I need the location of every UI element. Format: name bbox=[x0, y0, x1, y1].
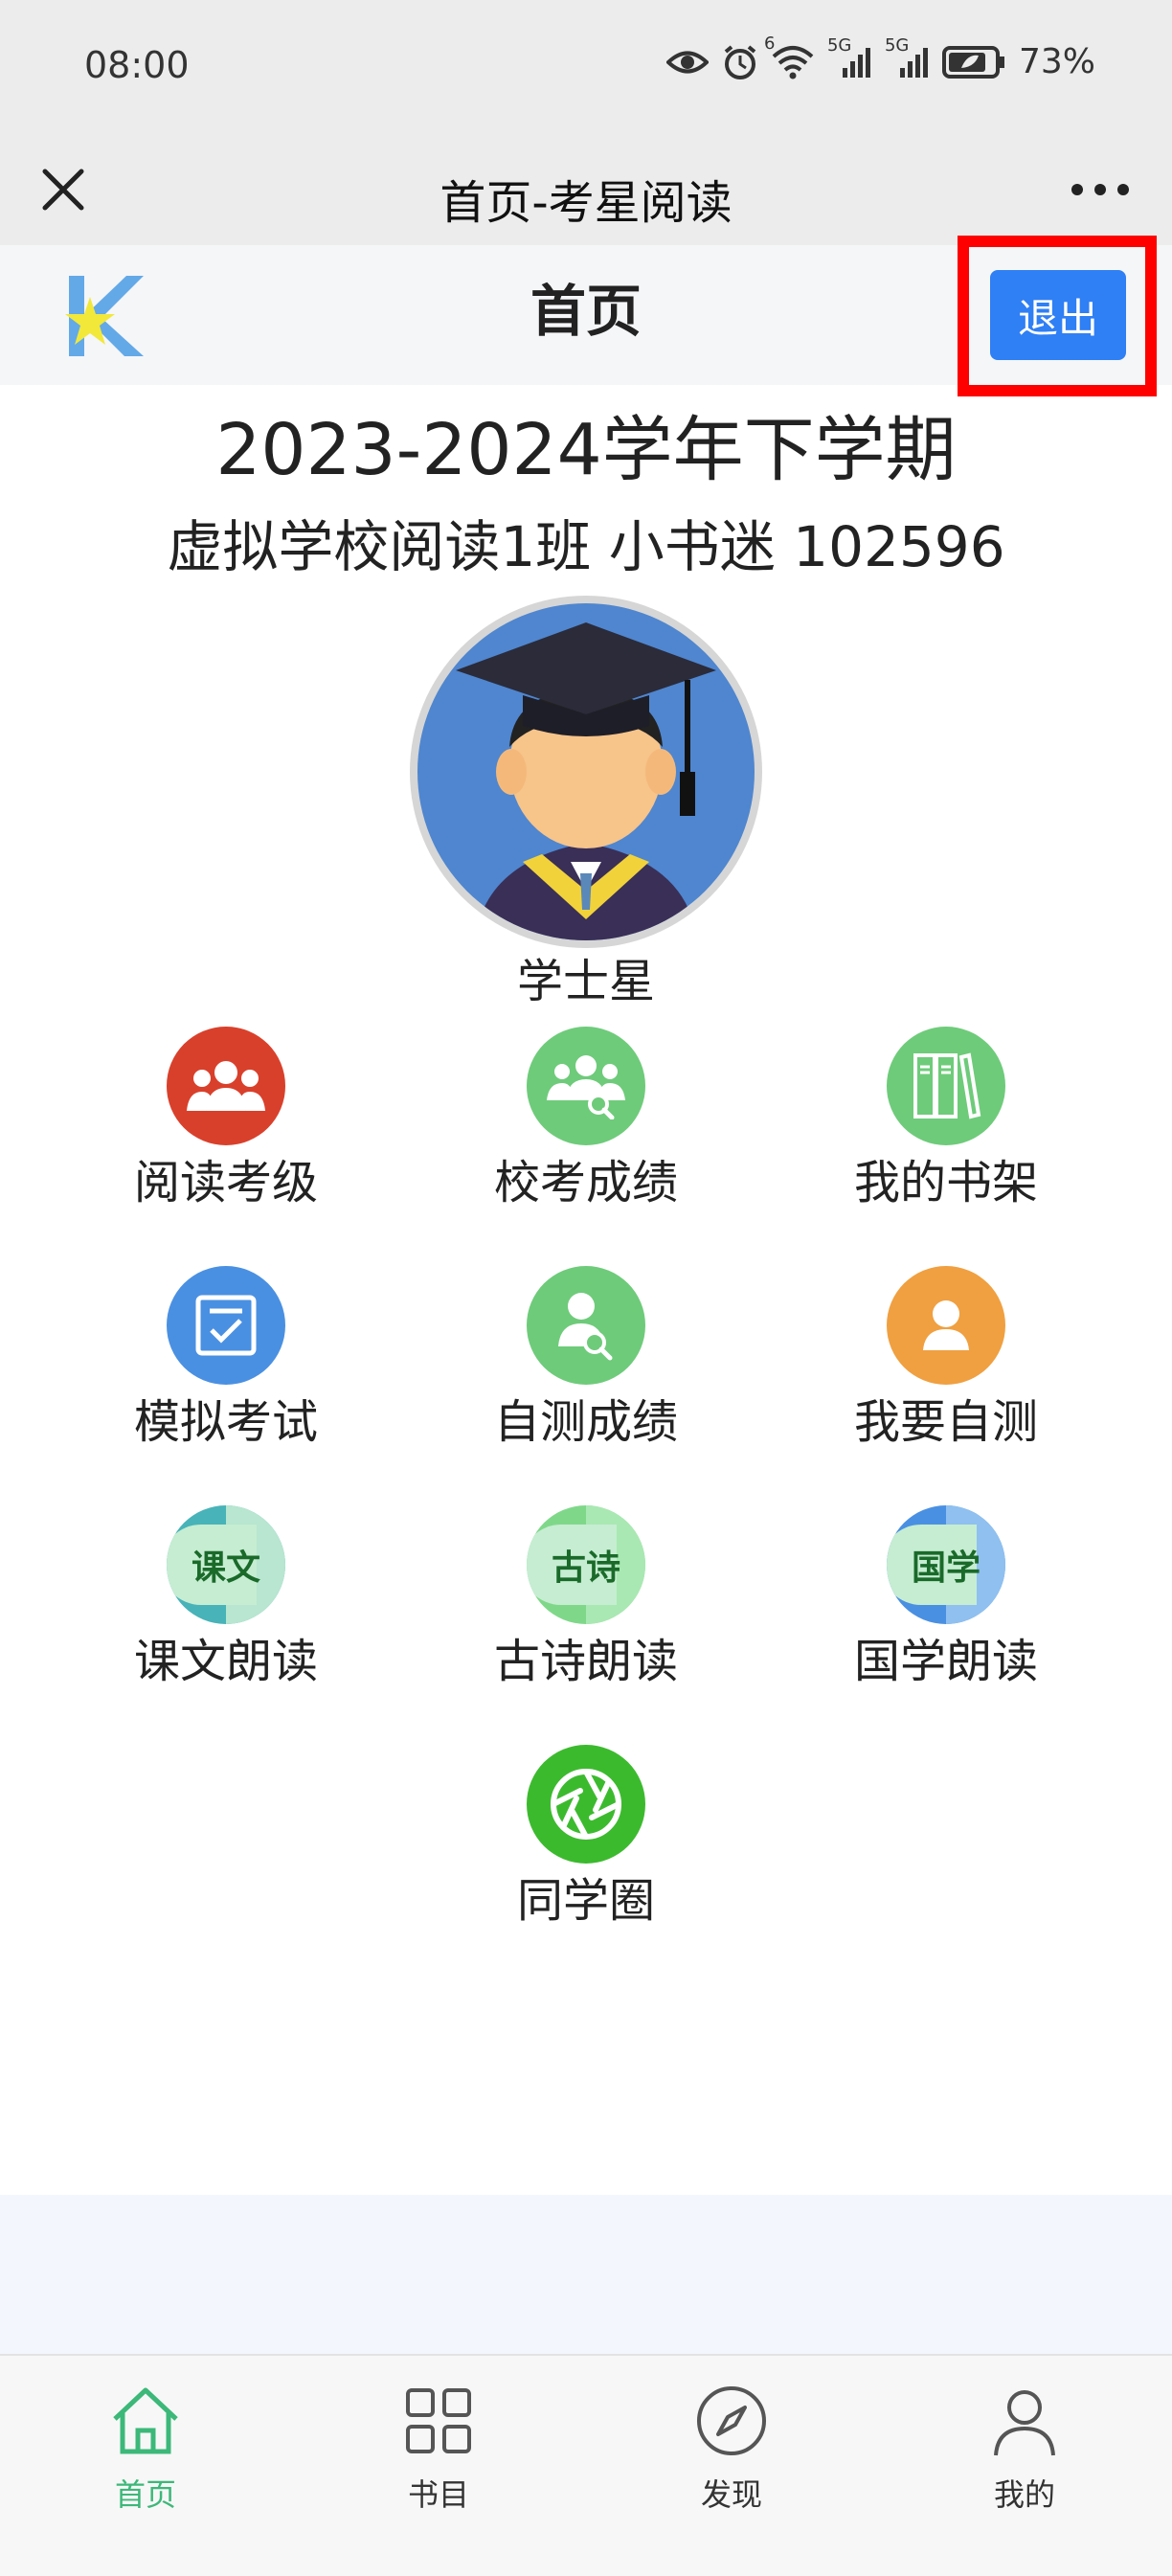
grid-item-reading-exam[interactable]: 阅读考级 bbox=[82, 1027, 370, 1210]
grid-item-mock-exam[interactable]: 模拟考试 bbox=[82, 1266, 370, 1450]
battery-icon bbox=[941, 45, 1004, 79]
battery-percent: 73% bbox=[1018, 42, 1095, 81]
grid-item-bookshelf[interactable]: 我的书架 bbox=[802, 1027, 1090, 1210]
grid-label: 我的书架 bbox=[853, 1156, 1038, 1209]
logout-button[interactable]: 退出 bbox=[990, 270, 1126, 360]
wifi-icon: 6 bbox=[764, 34, 814, 79]
icon-text: 古诗 bbox=[551, 1548, 620, 1588]
signal-2-icon: 5G bbox=[885, 35, 929, 79]
signal-1-icon: 5G bbox=[827, 35, 871, 79]
bookshelf-icon bbox=[887, 1027, 1005, 1145]
checklist-icon bbox=[167, 1266, 285, 1385]
tab-label: 发现 bbox=[700, 2476, 762, 2513]
grid-item-classmates-circle[interactable]: 同学圈 bbox=[442, 1745, 730, 1929]
icon-text: 国学 bbox=[911, 1548, 980, 1588]
grid-label: 国学朗读 bbox=[853, 1635, 1038, 1688]
avatar[interactable] bbox=[410, 596, 762, 948]
grid-label: 古诗朗读 bbox=[493, 1635, 678, 1688]
page-title: 首页-考星阅读 bbox=[440, 176, 732, 230]
person-search-icon bbox=[527, 1266, 645, 1385]
status-bar: 08:00 6 5G 5G 73% bbox=[0, 0, 1172, 134]
tab-label: 我的 bbox=[993, 2476, 1055, 2513]
tab-mine[interactable]: 我的 bbox=[929, 2383, 1120, 2515]
more-button[interactable] bbox=[1057, 155, 1143, 224]
class-info: 虚拟学校阅读1班 小书迷 102596 bbox=[167, 514, 1005, 579]
tab-home[interactable]: 首页 bbox=[50, 2383, 241, 2515]
tab-label: 书目 bbox=[407, 2476, 469, 2513]
more-dot-icon bbox=[1071, 184, 1083, 195]
speaker-text-icon: 古诗 bbox=[527, 1505, 645, 1624]
grid-icon bbox=[406, 2388, 471, 2453]
grid-item-classics-reading[interactable]: 国学 国学朗读 bbox=[802, 1505, 1090, 1689]
more-dot-icon bbox=[1117, 184, 1129, 195]
status-icons: 6 5G 5G 73% bbox=[665, 34, 1095, 81]
grid-item-school-scores[interactable]: 校考成绩 bbox=[442, 1027, 730, 1210]
grid-item-self-test-scores[interactable]: 自测成绩 bbox=[442, 1266, 730, 1450]
group-search-icon bbox=[527, 1027, 645, 1145]
grid-label: 我要自测 bbox=[853, 1395, 1038, 1449]
grid-label: 同学圈 bbox=[516, 1874, 655, 1928]
grid-label: 阅读考级 bbox=[133, 1156, 318, 1209]
network-label-1: 5G bbox=[826, 34, 852, 56]
home-icon bbox=[113, 2387, 178, 2454]
grid-item-self-test[interactable]: 我要自测 bbox=[802, 1266, 1090, 1450]
network-label-2: 5G bbox=[884, 34, 910, 56]
tab-catalog[interactable]: 书目 bbox=[343, 2383, 534, 2515]
grid-label: 模拟考试 bbox=[133, 1395, 318, 1449]
term-label: 2023-2024学年下学期 bbox=[215, 409, 957, 491]
user-icon bbox=[994, 2390, 1055, 2456]
more-dot-icon bbox=[1094, 184, 1106, 195]
grid-label: 校考成绩 bbox=[493, 1156, 678, 1209]
grid-label: 课文朗读 bbox=[133, 1635, 318, 1688]
group-icon bbox=[167, 1027, 285, 1145]
bottom-tab-bar: 首页 书目 发现 我的 bbox=[0, 2354, 1172, 2576]
grid-label: 自测成绩 bbox=[493, 1395, 678, 1449]
rank-label: 学士星 bbox=[516, 955, 655, 1008]
aperture-icon bbox=[527, 1745, 645, 1864]
tab-discover[interactable]: 发现 bbox=[636, 2383, 827, 2515]
wifi-badge: 6 bbox=[763, 33, 776, 54]
speaker-text-icon: 课文 bbox=[167, 1505, 285, 1624]
compass-icon bbox=[697, 2386, 766, 2455]
tab-label: 首页 bbox=[114, 2476, 176, 2513]
person-icon bbox=[887, 1266, 1005, 1385]
grid-item-poem-reading[interactable]: 古诗 古诗朗读 bbox=[442, 1505, 730, 1689]
eye-icon bbox=[665, 51, 709, 73]
speaker-text-icon: 国学 bbox=[887, 1505, 1005, 1624]
wechat-title-bar: 首页-考星阅读 bbox=[0, 134, 1172, 245]
status-time: 08:00 bbox=[84, 44, 190, 86]
graduate-avatar-icon bbox=[417, 603, 755, 940]
alarm-icon bbox=[724, 44, 756, 79]
icon-text: 课文 bbox=[191, 1548, 260, 1588]
content-footer-band bbox=[0, 2195, 1172, 2354]
grid-item-text-reading[interactable]: 课文 课文朗读 bbox=[82, 1505, 370, 1689]
